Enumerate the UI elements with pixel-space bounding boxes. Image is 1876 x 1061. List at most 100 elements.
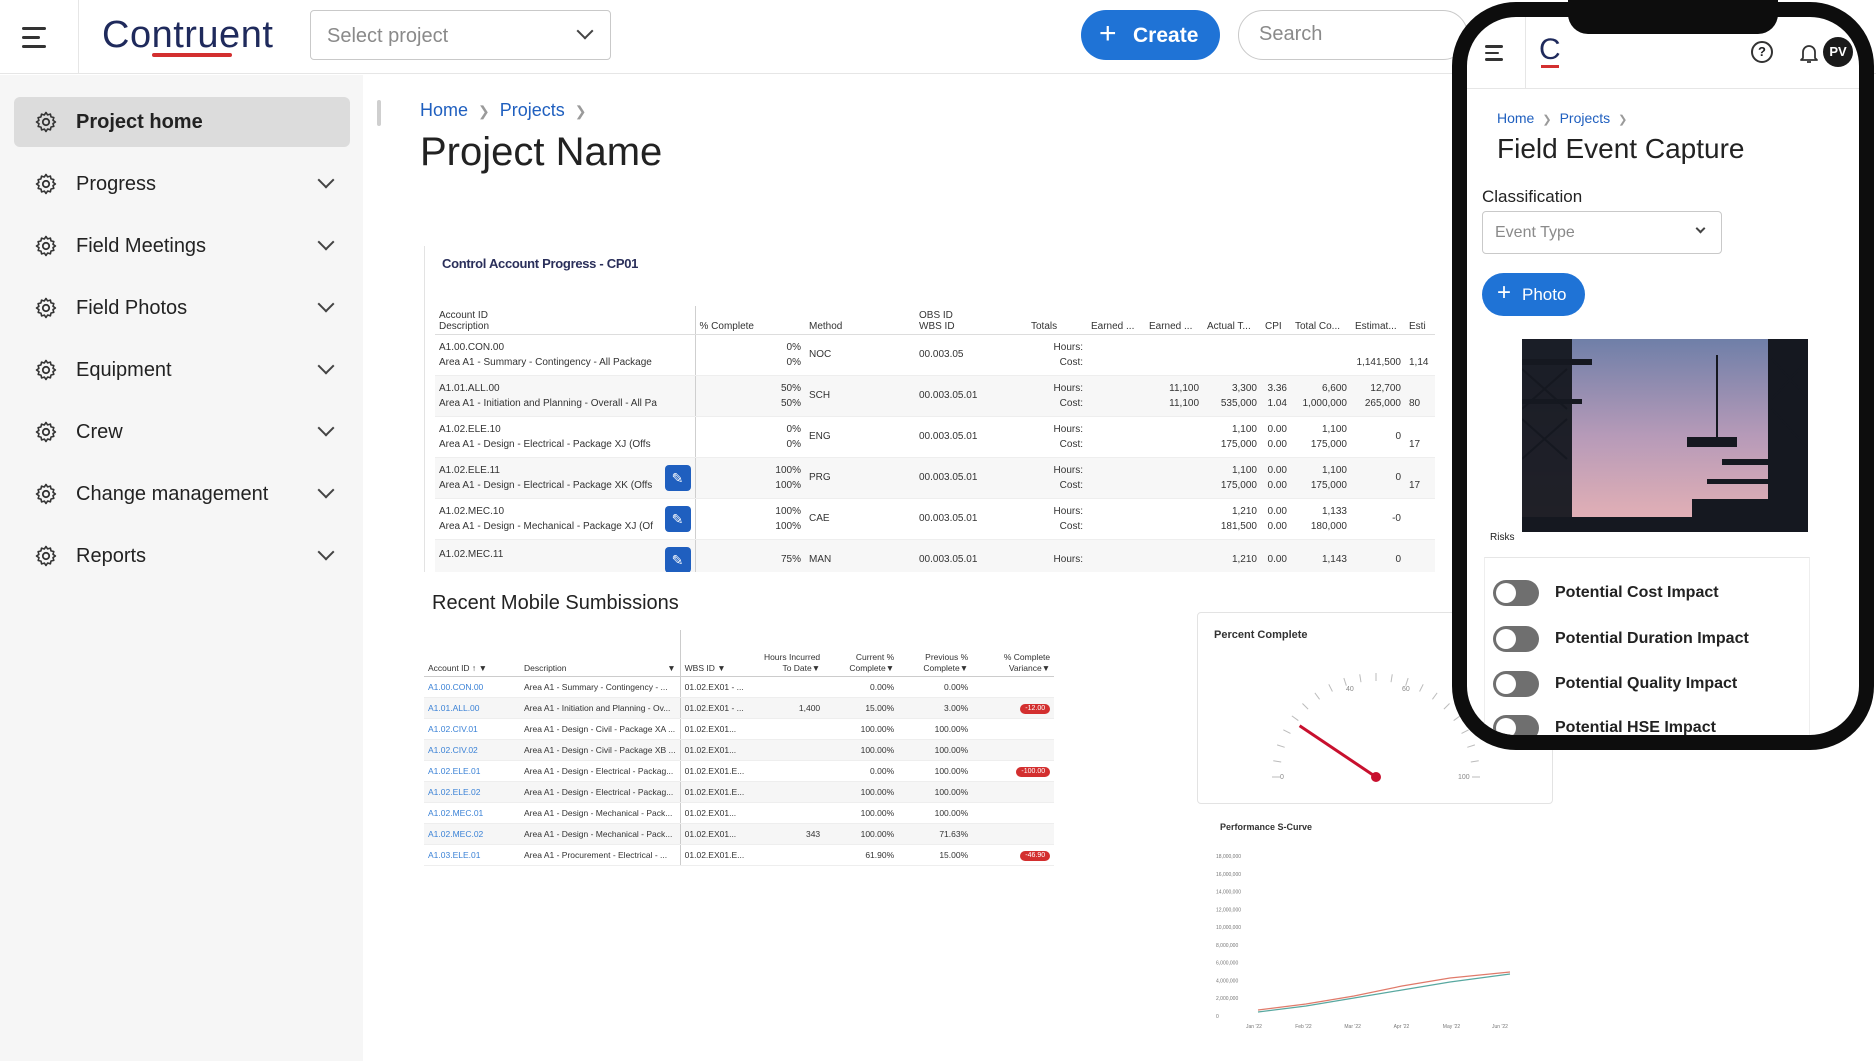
table-header[interactable]: % Complete	[695, 306, 805, 335]
hse-impact-toggle[interactable]	[1493, 715, 1539, 735]
sidebar-item-reports[interactable]: Reports	[14, 531, 350, 581]
table-row[interactable]: A1.02.ELE.02 Area A1 - Design - Electrica…	[424, 781, 1055, 803]
edit-pencil-icon[interactable]: ✎	[664, 464, 691, 491]
add-photo-button[interactable]: + Photo	[1482, 273, 1585, 316]
breadcrumb-home[interactable]: Home	[420, 100, 468, 120]
table-row[interactable]: A1.02.ELE.11 Area A1 - Design - Electrica…	[435, 457, 1435, 499]
account-id-link[interactable]: A1.02.CIV.02	[424, 739, 520, 761]
filter-icon[interactable]: ▼	[479, 663, 487, 673]
table-header[interactable]: Description ▼	[520, 630, 681, 677]
avatar[interactable]: PV	[1823, 37, 1853, 67]
page-title: Project Name	[420, 130, 663, 174]
table-row[interactable]: A1.01.ALL.00 Area A1 - Initiation and Pla…	[424, 697, 1055, 719]
event-type-dropdown[interactable]: Event Type	[1482, 211, 1722, 254]
phone-logo[interactable]: C	[1539, 33, 1561, 67]
table-header[interactable]: Total Co...	[1291, 306, 1351, 335]
table-row[interactable]: A1.00.CON.00 Area A1 - Summary - Continge…	[424, 676, 1055, 698]
table-header[interactable]: Current % Complete▼	[824, 630, 899, 677]
table-cell: 00.003.05.01	[915, 498, 1027, 540]
scurve-y-tick: 0	[1216, 1014, 1219, 1020]
gear-icon	[35, 173, 57, 195]
filter-icon[interactable]: ▼	[717, 663, 725, 673]
breadcrumb-projects[interactable]: Projects	[500, 100, 565, 120]
table-row[interactable]: A1.00.CON.00 Area A1 - Summary - Continge…	[435, 334, 1435, 376]
quality-impact-toggle[interactable]	[1493, 671, 1539, 697]
table-cell: ENG	[805, 416, 915, 458]
help-icon[interactable]: ?	[1751, 41, 1773, 63]
sidebar-item-field-photos[interactable]: Field Photos	[14, 283, 350, 333]
table-header[interactable]: Esti	[1405, 306, 1435, 335]
table-row[interactable]: A1.02.MEC.02 Area A1 - Design - Mechanica…	[424, 823, 1055, 845]
table-header[interactable]: Earned ...	[1145, 306, 1203, 335]
sidebar-item-project-home[interactable]: Project home	[14, 97, 350, 147]
edit-pencil-icon[interactable]: ✎	[664, 505, 691, 532]
table-cell: 11,100 11,100	[1145, 375, 1203, 417]
table-cell: Hours: Cost:	[1027, 416, 1087, 458]
table-header[interactable]: Method	[805, 306, 915, 335]
table-row[interactable]: A1.02.MEC.01 Area A1 - Design - Mechanica…	[424, 802, 1055, 824]
hamburger-menu-icon[interactable]	[22, 20, 56, 54]
table-row[interactable]: A1.02.MEC.11 ✎ 75% MAN 00.003.05.01 Hours…	[435, 539, 1435, 572]
account-id-link[interactable]: A1.02.ELE.01	[424, 760, 520, 782]
scurve-y-tick: 10,000,000	[1216, 925, 1241, 931]
account-id-link[interactable]: A1.01.ALL.00	[424, 697, 520, 719]
table-row[interactable]: A1.03.ELE.01 Area A1 - Procurement - Elec…	[424, 844, 1055, 866]
table-row[interactable]: A1.02.MEC.10 Area A1 - Design - Mechanica…	[435, 498, 1435, 540]
search-input[interactable]	[1259, 23, 1459, 46]
cost-impact-toggle[interactable]	[1493, 580, 1539, 606]
table-cell: 1,100 175,000	[1291, 457, 1351, 499]
table-header[interactable]: WBS ID ▼	[680, 630, 759, 677]
hamburger-menu-icon[interactable]	[1485, 45, 1503, 61]
table-header[interactable]: CPI	[1261, 306, 1291, 335]
table-cell	[758, 676, 825, 698]
table-row[interactable]: A1.02.CIV.02 Area A1 - Design - Civil - P…	[424, 739, 1055, 761]
bell-icon[interactable]	[1797, 41, 1821, 65]
table-row[interactable]: A1.02.ELE.01 Area A1 - Design - Electrica…	[424, 760, 1055, 782]
account-id-link[interactable]: A1.02.ELE.02	[424, 781, 520, 803]
search-box[interactable]	[1238, 10, 1468, 60]
table-cell: -100.00	[972, 760, 1055, 782]
table-cell	[1145, 457, 1203, 499]
table-cell: Area A1 - Procurement - Electrical - ...	[520, 844, 681, 866]
select-project-dropdown[interactable]: Select project	[310, 10, 611, 60]
filter-icon[interactable]: ▼	[667, 663, 675, 674]
account-id-link[interactable]: A1.03.ELE.01	[424, 844, 520, 866]
table-row[interactable]: A1.01.ALL.00 Area A1 - Initiation and Pla…	[435, 375, 1435, 417]
create-button[interactable]: + Create	[1081, 10, 1220, 60]
breadcrumb-projects[interactable]: Projects	[1560, 110, 1611, 126]
construction-photo[interactable]	[1522, 339, 1808, 532]
duration-impact-toggle[interactable]	[1493, 626, 1539, 652]
table-header[interactable]: Previous % Complete▼	[898, 630, 973, 677]
scurve-x-tick: May '22	[1443, 1024, 1461, 1030]
scurve-x-tick: Jan '22	[1246, 1024, 1262, 1030]
table-header[interactable]: Account ID Description	[435, 306, 696, 335]
table-header[interactable]: Totals	[1027, 306, 1087, 335]
sidebar-item-progress[interactable]: Progress	[14, 159, 350, 209]
breadcrumb-home[interactable]: Home	[1497, 110, 1534, 126]
table-header[interactable]: Account ID ↑ ▼	[424, 630, 520, 677]
table-header[interactable]: Earned ...	[1087, 306, 1145, 335]
sidebar-item-change-management[interactable]: Change management	[14, 469, 350, 519]
table-row[interactable]: A1.02.ELE.10 Area A1 - Design - Electrica…	[435, 416, 1435, 458]
edit-pencil-icon[interactable]: ✎	[664, 546, 691, 572]
table-header[interactable]: Estimat...	[1351, 306, 1405, 335]
account-id-link[interactable]: A1.02.CIV.01	[424, 718, 520, 740]
gauge-tick	[1419, 684, 1424, 692]
performance-s-curve-card: Performance S-Curve 18,000,000 16,000,000…	[1210, 814, 1516, 1030]
sidebar-item-crew[interactable]: Crew	[14, 407, 350, 457]
account-id-link[interactable]: A1.02.MEC.01	[424, 802, 520, 824]
table-header[interactable]: OBS ID WBS ID	[915, 306, 1027, 335]
sidebar-item-field-meetings[interactable]: Field Meetings	[14, 221, 350, 271]
table-header[interactable]: Actual T...	[1203, 306, 1261, 335]
account-id-link[interactable]: A1.02.MEC.02	[424, 823, 520, 845]
sidebar: Project home Progress Field Meetings Fie…	[0, 75, 363, 1061]
table-header[interactable]: Hours Incurred To Date▼	[758, 630, 825, 677]
table-row[interactable]: A1.02.CIV.01 Area A1 - Design - Civil - P…	[424, 718, 1055, 740]
app-logo[interactable]: Contruent	[102, 14, 273, 57]
content-divider	[377, 100, 381, 126]
table-cell: 15.00%	[824, 697, 899, 719]
sidebar-item-equipment[interactable]: Equipment	[14, 345, 350, 395]
chevron-down-icon	[317, 481, 335, 499]
account-id-link[interactable]: A1.00.CON.00	[424, 676, 520, 698]
table-header[interactable]: % Complete Variance▼	[972, 630, 1055, 677]
